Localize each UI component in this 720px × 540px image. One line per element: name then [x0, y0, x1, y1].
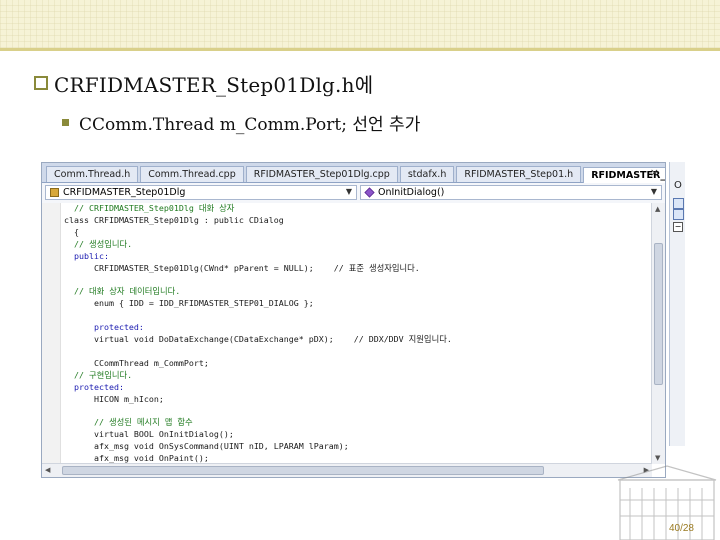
building-watermark-icon — [617, 465, 717, 540]
horizontal-scroll-thumb[interactable] — [62, 466, 544, 475]
class-dropdown[interactable]: CRFIDMASTER_Step01Dlg ▼ — [45, 185, 357, 200]
editor-tab[interactable]: RFIDMASTER_Step01Dlg.cpp — [245, 166, 398, 182]
class-icon — [50, 188, 59, 197]
member-dropdown[interactable]: OnInitDialog() ▼ — [360, 185, 662, 200]
editor-tab[interactable]: RFIDMASTER_Step01.h — [456, 166, 582, 182]
editor-tab-bar: Comm.Thread.h Comm.Thread.cpp RFIDMASTER_S… — [42, 163, 665, 183]
collapse-icon[interactable]: − — [673, 222, 683, 232]
code-line: // 생성입니다. — [64, 238, 133, 249]
code-line: protected: — [64, 381, 124, 392]
code-line: virtual BOOL OnInitDialog(); — [64, 429, 234, 440]
side-panel: O − — [669, 162, 685, 446]
hollow-square-icon — [34, 76, 48, 90]
header-band — [0, 0, 720, 48]
scroll-up-icon[interactable]: ▲ — [655, 205, 660, 213]
code-line: afx_msg void OnSysCommand(UINT nID, LPAR… — [64, 441, 349, 452]
code-line: // 구현입니다. — [64, 369, 133, 380]
bullet-level2: CComm.Thread m_Comm.Port; 선언 추가 — [62, 111, 421, 135]
code-line: // 생성된 메시지 맵 함수 — [64, 417, 193, 428]
ide-window: Comm.Thread.h Comm.Thread.cpp RFIDMASTER_S… — [41, 162, 666, 478]
horizontal-scrollbar[interactable]: ◀ ▶ — [42, 463, 652, 477]
code-line: enum { IDD = IDD_RFIDMASTER_STEP01_DIALO… — [64, 298, 314, 309]
editor-tab[interactable]: Comm.Thread.h — [46, 166, 139, 182]
code-line: HICON m_hIcon; — [64, 393, 164, 404]
code-line: public: — [64, 250, 109, 261]
vertical-scrollbar[interactable]: ▲ ▼ — [651, 203, 665, 464]
code-editor[interactable]: // CRFIDMASTER_Step01Dlg 대화 상자 class CRFI… — [42, 203, 652, 477]
panel-item-icon[interactable] — [673, 209, 684, 220]
code-line: CRFIDMASTER_Step01Dlg(CWnd* pParent = NU… — [64, 262, 420, 273]
chevron-down-icon: ▼ — [345, 187, 352, 196]
bullet-level2-text: CComm.Thread m_Comm.Port; 선언 추가 — [79, 114, 421, 135]
vertical-scroll-thumb[interactable] — [654, 243, 663, 385]
page-number: 40/28 — [668, 523, 694, 534]
bullet-level1: CRFIDMASTER_Step01Dlg.h에 — [34, 71, 374, 97]
code-line: // CRFIDMASTER_Step01Dlg 대화 상자 — [64, 203, 235, 213]
editor-tab[interactable]: stdafx.h — [399, 166, 455, 182]
editor-tab[interactable]: Comm.Thread.cpp — [140, 166, 244, 182]
chevron-down-icon: ▼ — [650, 187, 657, 196]
code-text[interactable]: // CRFIDMASTER_Step01Dlg 대화 상자 class CRFI… — [64, 203, 652, 478]
bullet-level1-text: CRFIDMASTER_Step01Dlg.h에 — [54, 72, 374, 97]
scroll-left-icon[interactable]: ◀ — [45, 466, 50, 474]
close-tab-icon[interactable]: × — [650, 166, 659, 179]
code-line: protected: — [64, 322, 144, 333]
member-dropdown-value: OnInitDialog() — [378, 187, 445, 198]
code-line: class CRFIDMASTER_Step01Dlg : public CDi… — [64, 214, 284, 225]
code-line: { — [64, 226, 79, 237]
code-line: // 대화 상자 데이터입니다. — [64, 286, 181, 297]
method-icon — [364, 187, 375, 198]
code-line: CCommThread m_CommPort; — [64, 357, 209, 368]
code-line: virtual void DoDataExchange(CDataExchang… — [64, 333, 452, 344]
editor-gutter — [42, 203, 61, 464]
class-dropdown-value: CRFIDMASTER_Step01Dlg — [63, 187, 186, 198]
panel-item-icon[interactable] — [673, 198, 684, 209]
side-panel-label: O — [674, 180, 682, 191]
navigation-bar: CRFIDMASTER_Step01Dlg ▼ OnInitDialog() ▼ — [42, 183, 665, 204]
header-rule — [0, 48, 720, 51]
filled-square-icon — [62, 118, 69, 126]
code-line: DECLARE_MESSAGE_MAP() — [64, 477, 652, 478]
